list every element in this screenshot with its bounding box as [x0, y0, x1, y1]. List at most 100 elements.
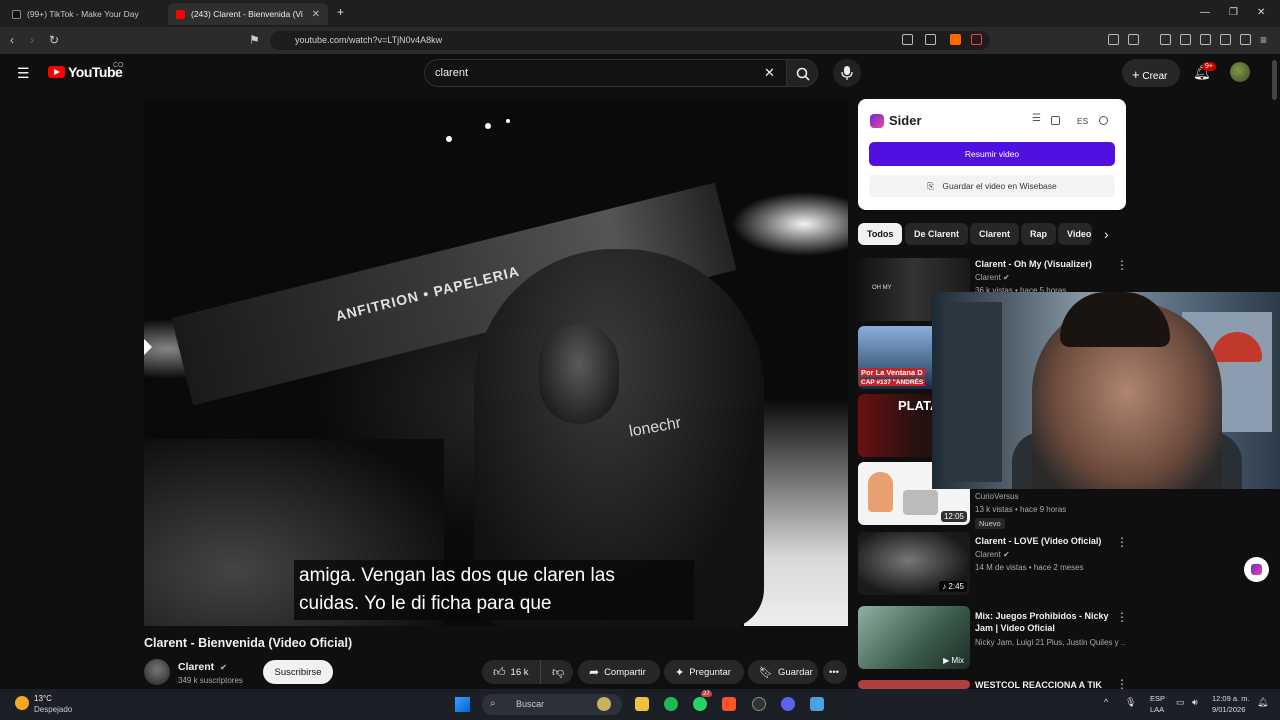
sider-float-button[interactable]: [1244, 557, 1269, 582]
weather-icon[interactable]: [15, 696, 29, 710]
close-window-icon[interactable]: ✕: [1257, 7, 1265, 18]
share-icon[interactable]: [925, 34, 936, 45]
chip-video[interactable]: Video: [1058, 223, 1092, 245]
like-button[interactable]: 👍︎ 16 k: [482, 660, 540, 684]
play-arrow-icon: [144, 339, 152, 355]
settings-gear-icon[interactable]: [1099, 116, 1108, 125]
taskbar-search-label: Buscar: [516, 699, 545, 709]
notepad-icon[interactable]: [810, 697, 824, 711]
close-tab-icon[interactable]: ✕: [312, 9, 320, 20]
video-title: Clarent - Bienvenida (Video Oficial): [144, 636, 353, 650]
more-dots-icon: •••: [829, 666, 839, 678]
recommendation-title[interactable]: Clarent - LOVE (Video Oficial): [975, 535, 1115, 547]
extensions-icon[interactable]: [1108, 34, 1119, 45]
ask-button[interactable]: ✦ Preguntar: [664, 660, 744, 684]
brave-icon[interactable]: [722, 697, 736, 711]
back-icon[interactable]: ‹: [10, 33, 14, 47]
youtube-logo-icon[interactable]: [48, 66, 65, 78]
chip-todos[interactable]: Todos: [858, 223, 903, 245]
channel-name[interactable]: Clarent ✔: [178, 661, 227, 673]
tray-chevron-icon[interactable]: ^: [1104, 697, 1108, 707]
brave-rewards-icon[interactable]: [971, 34, 982, 45]
voice-search-button[interactable]: [833, 59, 861, 87]
subscribe-button[interactable]: Suscribirse: [263, 660, 333, 684]
verified-icon: ✔: [1003, 550, 1010, 559]
discord-icon[interactable]: [781, 697, 795, 711]
ai-icon[interactable]: [1220, 34, 1231, 45]
more-options-icon[interactable]: ⋮: [1116, 258, 1128, 272]
menu-icon[interactable]: ≡: [1260, 33, 1267, 47]
maximize-icon[interactable]: ❐: [1229, 7, 1238, 18]
recommendation-thumbnail[interactable]: [858, 680, 970, 689]
wallet-icon[interactable]: [1200, 34, 1211, 45]
recommendation-thumbnail[interactable]: ▶︎ Mix: [858, 606, 970, 669]
tiktok-icon: [12, 9, 21, 19]
url-field[interactable]: youtube.com/watch?v=LTjN0v4A8kw: [270, 31, 990, 50]
list-icon[interactable]: ☰: [1032, 113, 1041, 124]
save-button[interactable]: 🔖︎ Guardar: [748, 660, 818, 684]
reload-icon[interactable]: ↻: [49, 33, 59, 47]
recommendation-channel: Clarent ✔: [975, 273, 1125, 282]
minimize-icon[interactable]: —: [1200, 7, 1210, 18]
share-button[interactable]: ➦ Compartir: [578, 660, 660, 684]
channel-avatar[interactable]: [144, 659, 170, 685]
taskbar-widget-icon[interactable]: [597, 697, 611, 711]
browser-tab-tiktok[interactable]: (99+) TikTok - Make Your Day: [4, 3, 162, 25]
windows-start-icon[interactable]: [455, 697, 470, 712]
country-code: CO: [113, 62, 124, 69]
sider-name: Sider: [889, 113, 922, 128]
screen-icon[interactable]: [902, 34, 913, 45]
clock-time[interactable]: 12:09 a. m.: [1212, 694, 1250, 703]
microphone-tray-icon[interactable]: 🎙︎: [1125, 697, 1136, 708]
dislike-button[interactable]: 👎︎: [540, 660, 573, 684]
recommendation-title[interactable]: Clarent - Oh My (Visualizer): [975, 258, 1115, 270]
notification-center-icon[interactable]: 🔔︎: [1257, 697, 1268, 708]
keyboard-layout[interactable]: LAA: [1150, 705, 1164, 714]
background-door: [942, 302, 1002, 482]
bookmark-icon[interactable]: ⚑: [249, 33, 260, 47]
spotify-icon[interactable]: [664, 697, 678, 711]
chips-next-chevron-icon[interactable]: ›: [1104, 226, 1109, 242]
account-avatar[interactable]: [1230, 62, 1250, 82]
duration-text: 2:45: [948, 582, 964, 591]
new-tab-plus-icon[interactable]: +: [337, 5, 344, 19]
browser-tab-youtube[interactable]: (243) Clarent - Bienvenida (Vi ✕: [168, 3, 328, 25]
whatsapp-icon[interactable]: [693, 697, 707, 711]
clock-date[interactable]: 9/01/2026: [1212, 705, 1245, 714]
recommendation-thumbnail[interactable]: ♪ 2:45: [858, 532, 970, 595]
image-icon[interactable]: [1051, 116, 1060, 125]
chip-rap[interactable]: Rap: [1021, 223, 1057, 245]
subtitle-line: cuidas. Yo le di ficha para que: [299, 593, 552, 614]
mix-text: Mix: [951, 656, 964, 665]
forward-icon[interactable]: ›: [30, 33, 34, 47]
page-scrollbar[interactable]: [1272, 60, 1277, 100]
create-button[interactable]: + Crear: [1122, 59, 1180, 87]
input-language[interactable]: ESP: [1150, 694, 1165, 703]
summarize-video-button[interactable]: Resumir video: [869, 142, 1115, 166]
vpn-icon[interactable]: [1240, 34, 1251, 45]
panel-icon[interactable]: [1180, 34, 1191, 45]
language-selector[interactable]: ES: [1077, 116, 1088, 126]
hamburger-menu-icon[interactable]: ☰: [17, 65, 30, 82]
file-explorer-icon[interactable]: [635, 697, 649, 711]
music-icon[interactable]: [1160, 34, 1171, 45]
weather-desc: Despejado: [34, 705, 73, 714]
obs-icon[interactable]: [752, 697, 766, 711]
thumbs-down-icon: 👎︎: [552, 664, 565, 679]
volume-icon[interactable]: 🔊︎: [1192, 697, 1198, 708]
recommendation-title[interactable]: Mix: Juegos Prohibidos - Nicky Jam | Vid…: [975, 610, 1115, 634]
search-input[interactable]: clarent: [424, 59, 786, 87]
chip-clarent[interactable]: Clarent: [970, 223, 1020, 245]
save-to-wisebase-button[interactable]: ⎘ Guardar el video en Wisebase: [869, 175, 1115, 197]
more-options-icon[interactable]: ⋮: [1116, 610, 1128, 624]
more-actions-button[interactable]: •••: [823, 660, 847, 684]
more-options-icon[interactable]: ⋮: [1116, 535, 1128, 549]
sidebar-icon[interactable]: [1128, 34, 1139, 45]
clear-search-icon[interactable]: ✕: [764, 65, 775, 81]
search-button[interactable]: [786, 59, 818, 87]
brave-shield-icon[interactable]: [950, 34, 961, 45]
chip-de-clarent[interactable]: De Clarent: [905, 223, 969, 245]
network-icon[interactable]: ▭: [1176, 697, 1185, 708]
windows-taskbar: 13°C Despejado ⌕ Buscar 27 ^ 🎙︎ ESP LAA …: [0, 689, 1280, 720]
video-player[interactable]: ANFITRION • PAPELERIA lonechr: [144, 99, 848, 626]
